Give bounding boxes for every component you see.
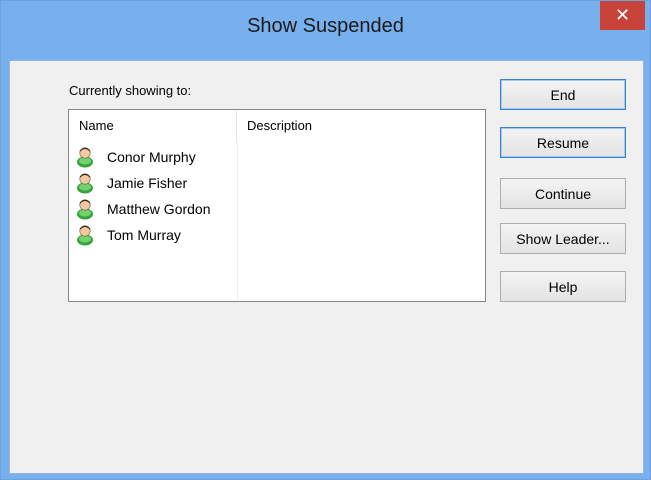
user-name: Conor Murphy xyxy=(107,149,196,165)
column-header-description[interactable]: Description xyxy=(237,110,485,142)
user-name: Tom Murray xyxy=(107,227,181,243)
user-icon xyxy=(77,147,93,168)
column-divider xyxy=(237,142,238,301)
list-item[interactable]: Conor Murphy xyxy=(75,144,235,170)
user-icon xyxy=(77,173,93,194)
user-name: Matthew Gordon xyxy=(107,201,211,217)
currently-showing-label: Currently showing to: xyxy=(69,83,192,98)
end-button[interactable]: End xyxy=(500,79,626,110)
column-header-name[interactable]: Name xyxy=(69,110,237,142)
user-icon xyxy=(77,199,93,220)
resume-button[interactable]: Resume xyxy=(500,127,626,158)
dialog-window: Show Suspended ✕ Currently showing to: N… xyxy=(0,0,651,480)
list-header: Name Description xyxy=(69,110,485,142)
user-icon xyxy=(77,225,93,246)
list-item[interactable]: Jamie Fisher xyxy=(75,170,235,196)
list-item[interactable]: Tom Murray xyxy=(75,222,235,248)
continue-button[interactable]: Continue xyxy=(500,178,626,209)
close-button[interactable]: ✕ xyxy=(600,1,645,30)
title-bar[interactable]: Show Suspended ✕ xyxy=(1,1,650,59)
user-list[interactable]: Name Description Conor Murphy Jamie Fish… xyxy=(68,109,486,302)
dialog-body: Currently showing to: Name Description C… xyxy=(9,60,644,474)
help-button[interactable]: Help xyxy=(500,271,626,302)
show-leader-button[interactable]: Show Leader... xyxy=(500,223,626,254)
window-title: Show Suspended xyxy=(247,15,404,37)
close-icon: ✕ xyxy=(614,5,631,25)
list-item[interactable]: Matthew Gordon xyxy=(75,196,235,222)
user-name: Jamie Fisher xyxy=(107,175,188,191)
